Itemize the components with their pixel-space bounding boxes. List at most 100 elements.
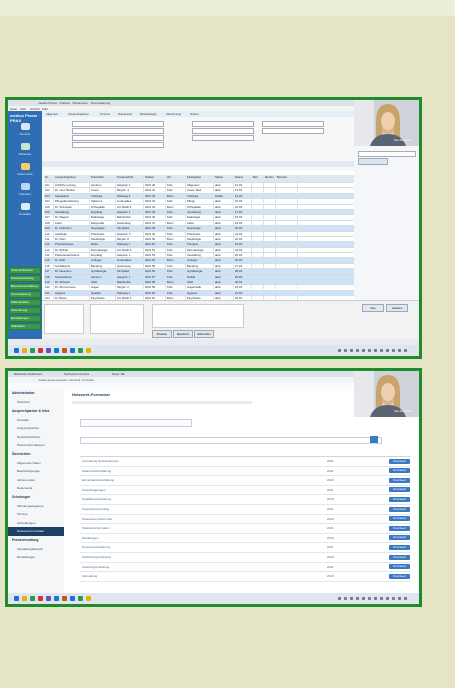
green-button[interactable]: Ansprechpartner <box>9 267 41 274</box>
tray-icon[interactable] <box>386 349 389 352</box>
tray-icon[interactable] <box>398 349 401 352</box>
nav-kontakte[interactable]: Kontakte <box>10 203 40 219</box>
tray-icon[interactable] <box>404 597 407 600</box>
taskbar-app-icon[interactable] <box>46 348 51 353</box>
tray-icon[interactable] <box>374 349 377 352</box>
filter-field[interactable] <box>262 121 324 127</box>
tray-icon[interactable] <box>344 349 347 352</box>
form-name-link[interactable]: Änderungsmitteilung <box>82 565 109 569</box>
sidebar-item[interactable]: Ansprechpartner <box>8 424 64 433</box>
search-button[interactable] <box>358 158 388 165</box>
green-button[interactable]: Benutzerverwaltung <box>9 283 41 290</box>
tray-icon[interactable] <box>356 597 359 600</box>
filter-field[interactable] <box>262 128 324 134</box>
download-button[interactable]: Download <box>389 554 410 560</box>
sidebar-item[interactable]: Einstellungen <box>8 553 64 562</box>
tray-icon[interactable] <box>404 349 407 352</box>
tray-icon[interactable] <box>392 349 395 352</box>
taskbar-app-icon[interactable] <box>54 596 59 601</box>
green-button[interactable]: Terminplanung <box>9 291 41 298</box>
tray-icon[interactable] <box>386 597 389 600</box>
taskbar-app-icon[interactable] <box>30 348 35 353</box>
taskbar-app-icon[interactable] <box>22 596 27 601</box>
download-button[interactable]: Download <box>389 535 410 541</box>
tray-icon[interactable] <box>380 597 383 600</box>
filter-field[interactable] <box>192 128 254 134</box>
tab-notizen[interactable]: Notizen <box>190 112 199 116</box>
taskbar-app-icon[interactable] <box>86 596 91 601</box>
form-name-link[interactable]: Honorarvereinbarung <box>82 545 110 549</box>
green-button[interactable]: Einstellungen <box>9 315 41 322</box>
download-button[interactable]: Download <box>389 458 410 464</box>
taskbar-app-icon[interactable] <box>14 348 19 353</box>
download-button[interactable]: Download <box>389 496 410 502</box>
sidebar-item[interactable]: Bescheinigungen <box>8 467 64 476</box>
sidebar-item[interactable]: Anmeldungen <box>8 519 64 528</box>
taskbar-app-icon[interactable] <box>62 348 67 353</box>
tab-dokumente[interactable]: Dokumente <box>118 112 132 116</box>
nav-termine[interactable]: Termine <box>10 123 40 139</box>
nav-patienten[interactable]: Patienten <box>10 143 40 159</box>
tab-ansprechpartner[interactable]: Ansprechpartner <box>68 112 89 116</box>
browser-tab[interactable]: Netzwerk-Formulare <box>64 372 89 376</box>
sidebar-item[interactable]: Netzwerk-Formulare <box>8 527 64 536</box>
form-name-link[interactable]: Überweisungsformular <box>82 517 112 521</box>
menu-item-file[interactable]: Datei <box>10 107 17 111</box>
tray-icon[interactable] <box>350 597 353 600</box>
menu-item-help[interactable]: Hilfe <box>42 107 48 111</box>
cancel-button[interactable]: Abbrechen <box>194 330 214 338</box>
tab-abrechnung[interactable]: Abrechnung <box>166 112 181 116</box>
download-button[interactable]: Download <box>389 477 410 483</box>
tab-termine[interactable]: Termine <box>100 112 110 116</box>
menu-item-start[interactable]: Start <box>20 107 26 111</box>
download-button[interactable]: Download <box>389 516 410 522</box>
tab-einstellungen[interactable]: Einstellungen <box>140 112 157 116</box>
browser-tab[interactable]: Neuer Tab <box>112 372 125 376</box>
sidebar-item[interactable]: Praxis-Informationen <box>8 441 64 450</box>
tray-icon[interactable] <box>380 349 383 352</box>
green-button[interactable]: Statistiken <box>9 323 41 330</box>
form-name-link[interactable]: Patienteninformation <box>82 526 110 530</box>
taskbar-app-icon[interactable] <box>14 596 19 601</box>
delete-button[interactable]: Löschen <box>386 304 408 312</box>
sidebar-item[interactable]: Allgemeine Daten <box>8 459 64 468</box>
filter-field[interactable] <box>72 128 164 134</box>
filter-tab[interactable] <box>80 419 192 427</box>
new-button[interactable]: Neu <box>362 304 384 312</box>
tray-icon[interactable] <box>344 597 347 600</box>
taskbar-app-icon[interactable] <box>22 348 27 353</box>
filter-field[interactable] <box>192 121 254 127</box>
form-name-link[interactable]: Fortbildungsnachweis <box>82 555 111 559</box>
download-button[interactable]: Download <box>389 506 410 512</box>
form-name-link[interactable]: Meldebogen <box>82 536 99 540</box>
tray-icon[interactable] <box>338 349 341 352</box>
form-name-link[interactable]: Anmeldung Netzwerkpraxis <box>82 459 119 463</box>
taskbar-app-icon[interactable] <box>78 596 83 601</box>
tray-icon[interactable] <box>392 597 395 600</box>
tray-icon[interactable] <box>362 597 365 600</box>
menu-item-view[interactable]: Ansicht <box>30 107 40 111</box>
sidebar-item[interactable]: Dokumente <box>8 484 64 493</box>
taskbar-app-icon[interactable] <box>62 596 67 601</box>
taskbar-app-icon[interactable] <box>70 348 75 353</box>
taskbar-app-icon[interactable] <box>70 596 75 601</box>
nav-dokumente[interactable]: Dokumente <box>10 163 40 179</box>
tray-icon[interactable] <box>368 349 371 352</box>
sidebar-item[interactable]: Netzwerk-Partner <box>8 433 64 442</box>
download-button[interactable]: Download <box>389 573 410 579</box>
browser-tab[interactable]: Mitarbeiter-Dashboard <box>14 372 42 376</box>
form-name-link[interactable]: Qualitätsvereinbarung <box>82 497 111 501</box>
download-button[interactable]: Download <box>389 468 410 474</box>
filter-field[interactable] <box>72 135 164 141</box>
sidebar-item[interactable]: Kontakte <box>8 416 64 425</box>
tab-allgemein[interactable]: Allgemein <box>46 112 58 116</box>
taskbar-app-icon[interactable] <box>78 348 83 353</box>
search-input[interactable] <box>358 151 416 157</box>
green-button[interactable]: Patientenliste <box>9 299 41 306</box>
tray-icon[interactable] <box>374 597 377 600</box>
download-button[interactable]: Download <box>389 487 410 493</box>
tray-icon[interactable] <box>350 349 353 352</box>
taskbar-app-icon[interactable] <box>38 596 43 601</box>
filter-field[interactable] <box>192 135 254 141</box>
form-name-link[interactable]: Kooperationsvertrag <box>82 507 109 511</box>
